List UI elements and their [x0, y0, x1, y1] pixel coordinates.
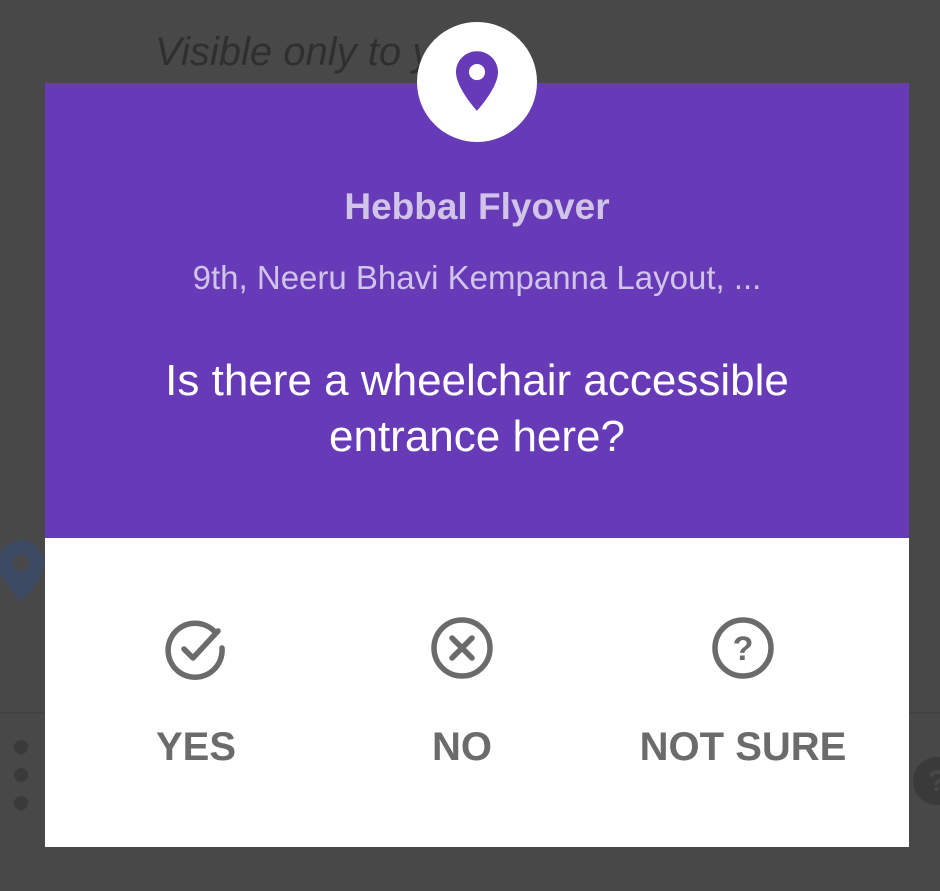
- question-text: Is there a wheelchair accessible entranc…: [165, 356, 789, 461]
- answer-options: YES NO ? NOT SURE: [45, 538, 909, 847]
- visibility-text: Visible only to y: [155, 30, 433, 74]
- svg-text:?: ?: [928, 765, 940, 798]
- check-circle-icon: [165, 620, 225, 680]
- screen: Visible only to y ? Hebbal Flyover 9th, …: [0, 0, 940, 891]
- pin-badge: [417, 22, 537, 142]
- no-label: NO: [432, 725, 492, 769]
- not-sure-button[interactable]: ? NOT SURE: [613, 538, 873, 847]
- map-pin-icon: [456, 51, 498, 111]
- cancel-circle-icon: [431, 617, 493, 679]
- help-icon[interactable]: ?: [912, 756, 940, 806]
- not-sure-label: NOT SURE: [639, 725, 847, 769]
- svg-text:?: ?: [733, 630, 754, 668]
- yes-button[interactable]: YES: [66, 538, 326, 847]
- no-button[interactable]: NO: [332, 538, 592, 847]
- dialog-header: Hebbal Flyover 9th, Neeru Bhavi Kempanna…: [45, 83, 909, 538]
- yes-label: YES: [155, 725, 237, 769]
- place-address: 9th, Neeru Bhavi Kempanna Layout, ...: [192, 259, 762, 296]
- help-circle-icon: ?: [712, 617, 774, 679]
- map-pin-icon: [0, 540, 44, 602]
- place-title: Hebbal Flyover: [344, 186, 610, 227]
- more-options-icon[interactable]: [14, 740, 30, 816]
